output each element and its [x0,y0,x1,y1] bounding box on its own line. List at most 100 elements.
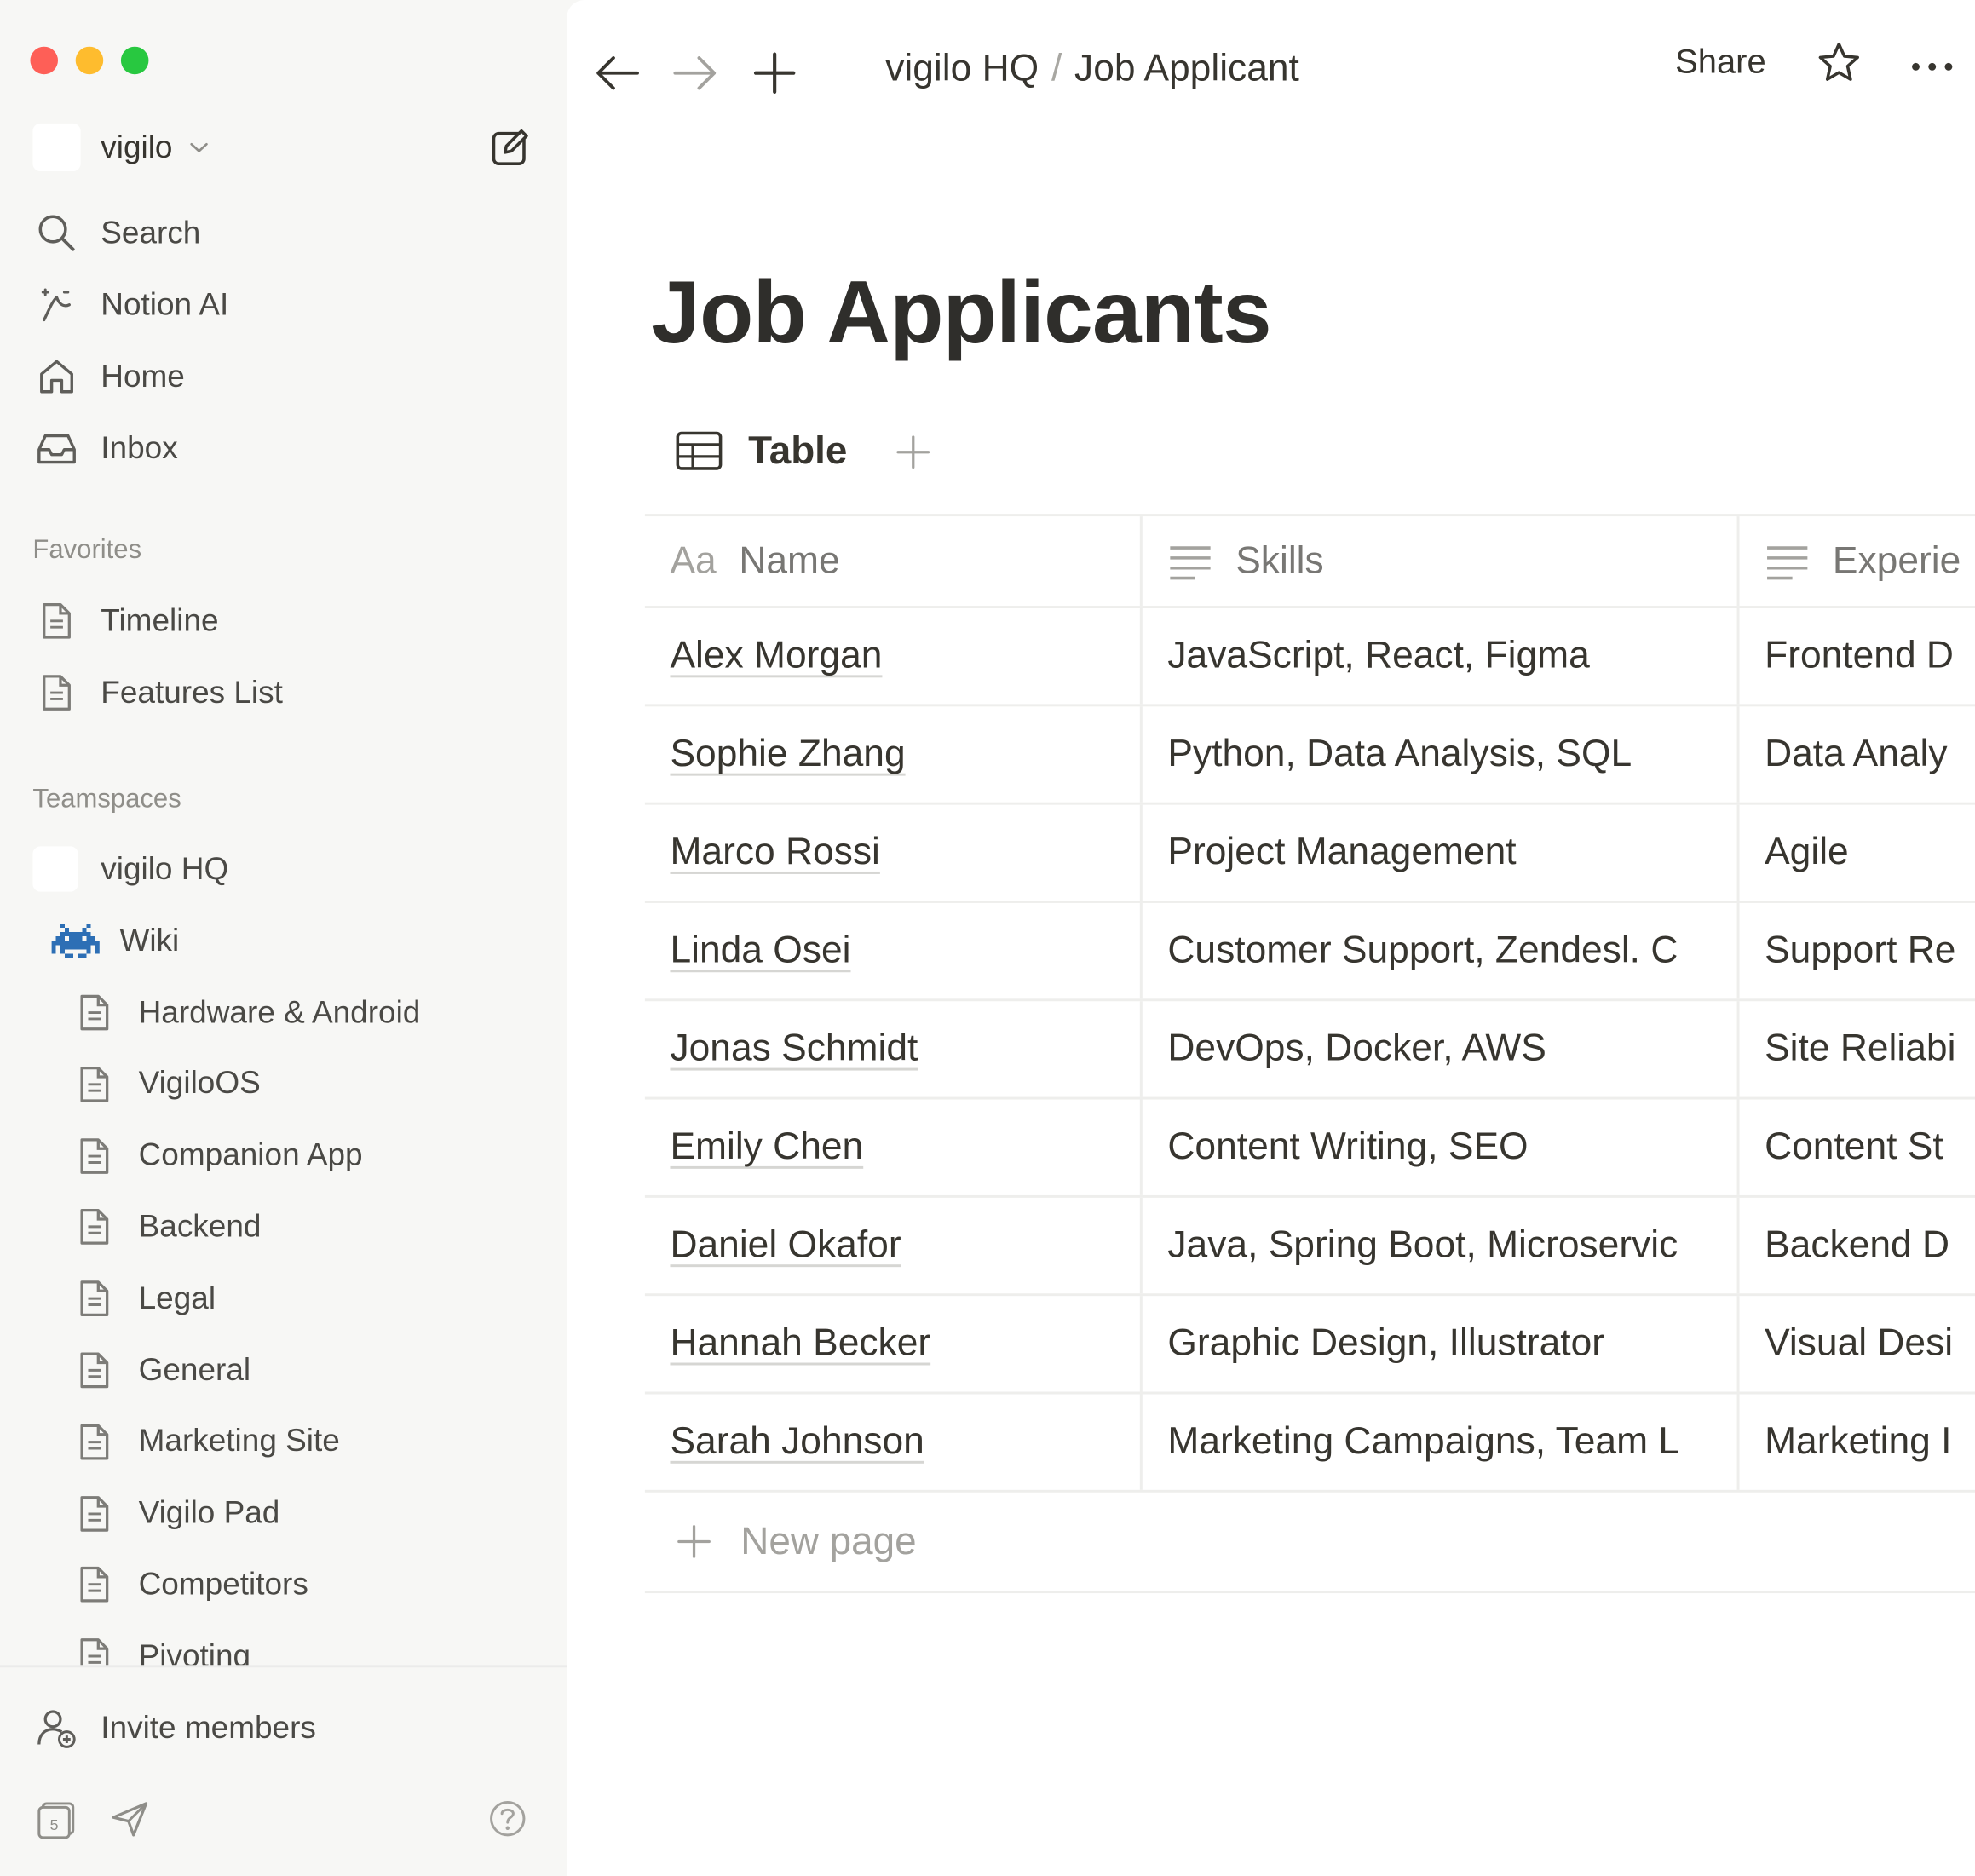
cell-skills[interactable]: JavaScript, React, Figma [1143,608,1740,705]
applicant-name-link[interactable]: Sarah Johnson [670,1421,924,1464]
table-row[interactable]: Sarah Johnson Marketing Campaigns, Team L… [644,1394,1975,1493]
sidebar-item-inbox[interactable]: Inbox [35,423,178,474]
sidebar-scroll-area[interactable]: vigilo Search Notion AI Home Inbox Favor… [0,0,567,1666]
table-row[interactable]: Sophie Zhang Python, Data Analysis, SQL Da… [644,706,1975,805]
applicant-name-link[interactable]: Sophie Zhang [670,733,905,775]
add-view-plus-icon[interactable] [895,434,932,471]
teamspace-avatar [32,846,78,892]
applicant-name-link[interactable]: Marco Rossi [670,832,879,874]
cell-name[interactable]: Marco Rossi [645,804,1143,901]
table-row[interactable]: Marco Rossi Project Management Agile [644,804,1975,903]
sidebar-item-label: Competitors [138,1566,308,1603]
close-window-button[interactable] [30,46,59,75]
cell-skills[interactable]: DevOps, Docker, AWS [1143,1001,1740,1097]
cell-experience[interactable]: Visual Desi [1740,1296,1975,1391]
applicant-name-link[interactable]: Alex Morgan [670,635,882,677]
sidebar-item-notion-ai[interactable]: Notion AI [35,279,228,330]
applicant-name-link[interactable]: Emily Chen [670,1126,863,1169]
column-header-experience[interactable]: Experie [1740,516,1975,606]
applicant-name-link[interactable]: Hannah Becker [670,1322,930,1365]
cell-name[interactable]: Hannah Becker [645,1296,1143,1392]
cell-name[interactable]: Emily Chen [645,1099,1143,1195]
new-page-row-button[interactable]: New page [644,1493,1975,1594]
applicant-name-link[interactable]: Daniel Okafor [670,1224,901,1267]
zoom-window-button[interactable] [120,46,149,75]
table-row[interactable]: Jonas Schmidt DevOps, Docker, AWS Site Rel… [644,1001,1975,1100]
cell-name[interactable]: Linda Osei [645,902,1143,999]
sidebar-item-vigilo-hq[interactable]: vigilo HQ [32,843,228,894]
more-options-icon[interactable] [1909,60,1955,73]
applicant-name-link[interactable]: Linda Osei [670,929,850,972]
cell-skills[interactable]: Project Management [1143,804,1740,901]
cell-name[interactable]: Jonas Schmidt [645,1001,1143,1097]
table-row[interactable]: Linda Osei Customer Support, Zendesl. C Su… [644,902,1975,1002]
workspace-switcher[interactable]: vigilo [32,123,210,172]
cell-name[interactable]: Alex Morgan [645,608,1143,705]
table-row[interactable]: Hannah Becker Graphic Design, Illustrator… [644,1296,1975,1395]
invite-members-label: Invite members [101,1709,316,1746]
calendar-icon[interactable]: 5 [35,1798,78,1840]
sidebar-item-wiki-page[interactable]: General [76,1345,250,1395]
forward-arrow-icon[interactable] [670,48,720,98]
sidebar-item-wiki-page[interactable]: Pivoting [76,1631,250,1666]
breadcrumb-parent[interactable]: vigilo HQ [885,48,1039,90]
page-title[interactable]: Job Applicants [651,262,1271,362]
experience-text: Content St [1765,1125,1943,1168]
invite-members-button[interactable]: Invite members [35,1703,316,1753]
cell-name[interactable]: Sarah Johnson [645,1394,1143,1490]
applicant-name-link[interactable]: Jonas Schmidt [670,1027,918,1070]
sidebar-item-timeline[interactable]: Timeline [37,596,219,646]
cell-experience[interactable]: Support Re [1740,903,1975,998]
send-icon[interactable] [108,1798,151,1840]
skills-text: DevOps, Docker, AWS [1167,1027,1546,1070]
share-button[interactable]: Share [1675,43,1766,82]
new-tab-plus-icon[interactable] [750,48,800,98]
teamspaces-section-title[interactable]: Teamspaces [32,785,181,814]
table-row[interactable]: Daniel Okafor Java, Spring Boot, Microser… [644,1197,1975,1297]
back-arrow-icon[interactable] [592,48,642,98]
tab-table-view[interactable]: Table [675,429,847,474]
favorites-section-title[interactable]: Favorites [32,535,141,565]
sidebar-item-wiki-page[interactable]: Companion App [76,1131,363,1181]
skills-text: Graphic Design, Illustrator [1167,1322,1605,1364]
sidebar-item-wiki-page[interactable]: Competitors [76,1560,308,1610]
star-icon[interactable] [1817,40,1862,85]
table-row[interactable]: Emily Chen Content Writing, SEO Content St [644,1099,1975,1198]
cell-experience[interactable]: Frontend D [1740,608,1975,704]
sidebar-item-wiki[interactable]: Wiki [50,916,179,966]
cell-name[interactable]: Daniel Okafor [645,1197,1143,1294]
cell-skills[interactable]: Graphic Design, Illustrator [1143,1296,1740,1392]
cell-name[interactable]: Sophie Zhang [645,706,1143,803]
sidebar-item-wiki-page[interactable]: VigiloOS [76,1059,261,1109]
sidebar-item-wiki-page[interactable]: Marketing Site [76,1417,340,1467]
column-header-name[interactable]: Aa Name [645,516,1143,607]
space-invader-icon [50,919,101,962]
table-row[interactable]: Alex Morgan JavaScript, React, Figma Front… [644,608,1975,707]
cell-skills[interactable]: Customer Support, Zendesl. C [1143,902,1740,999]
help-icon[interactable] [487,1798,529,1840]
cell-experience[interactable]: Site Reliabi [1740,1001,1975,1096]
sidebar-item-wiki-page[interactable]: Legal [76,1274,216,1324]
cell-experience[interactable]: Marketing I [1740,1394,1975,1489]
cell-experience[interactable]: Content St [1740,1100,1975,1195]
cell-experience[interactable]: Agile [1740,805,1975,901]
cell-skills[interactable]: Content Writing, SEO [1143,1099,1740,1195]
sidebar-item-label: Marketing Site [138,1423,340,1459]
new-page-compose-icon[interactable] [489,126,532,169]
breadcrumb-current[interactable]: Job Applicant [1074,48,1299,90]
sidebar-item-wiki-page[interactable]: Vigilo Pad [76,1488,279,1539]
sidebar-item-search[interactable]: Search [35,208,200,258]
column-header-skills[interactable]: Skills [1143,516,1740,607]
sidebar-item-wiki-page[interactable]: Backend [76,1202,261,1252]
cell-skills[interactable]: Python, Data Analysis, SQL [1143,706,1740,803]
minimize-window-button[interactable] [75,46,104,75]
sidebar-item-wiki-page[interactable]: Hardware & Android [76,987,421,1038]
cell-skills[interactable]: Marketing Campaigns, Team L [1143,1394,1740,1490]
view-tab-label: Table [748,428,848,473]
cell-experience[interactable]: Backend D [1740,1198,1975,1293]
cell-experience[interactable]: Data Analy [1740,706,1975,802]
sidebar-item-features-list[interactable]: Features List [37,667,283,717]
cell-skills[interactable]: Java, Spring Boot, Microservic [1143,1197,1740,1294]
page-icon [37,671,75,714]
sidebar-item-home[interactable]: Home [35,351,185,401]
